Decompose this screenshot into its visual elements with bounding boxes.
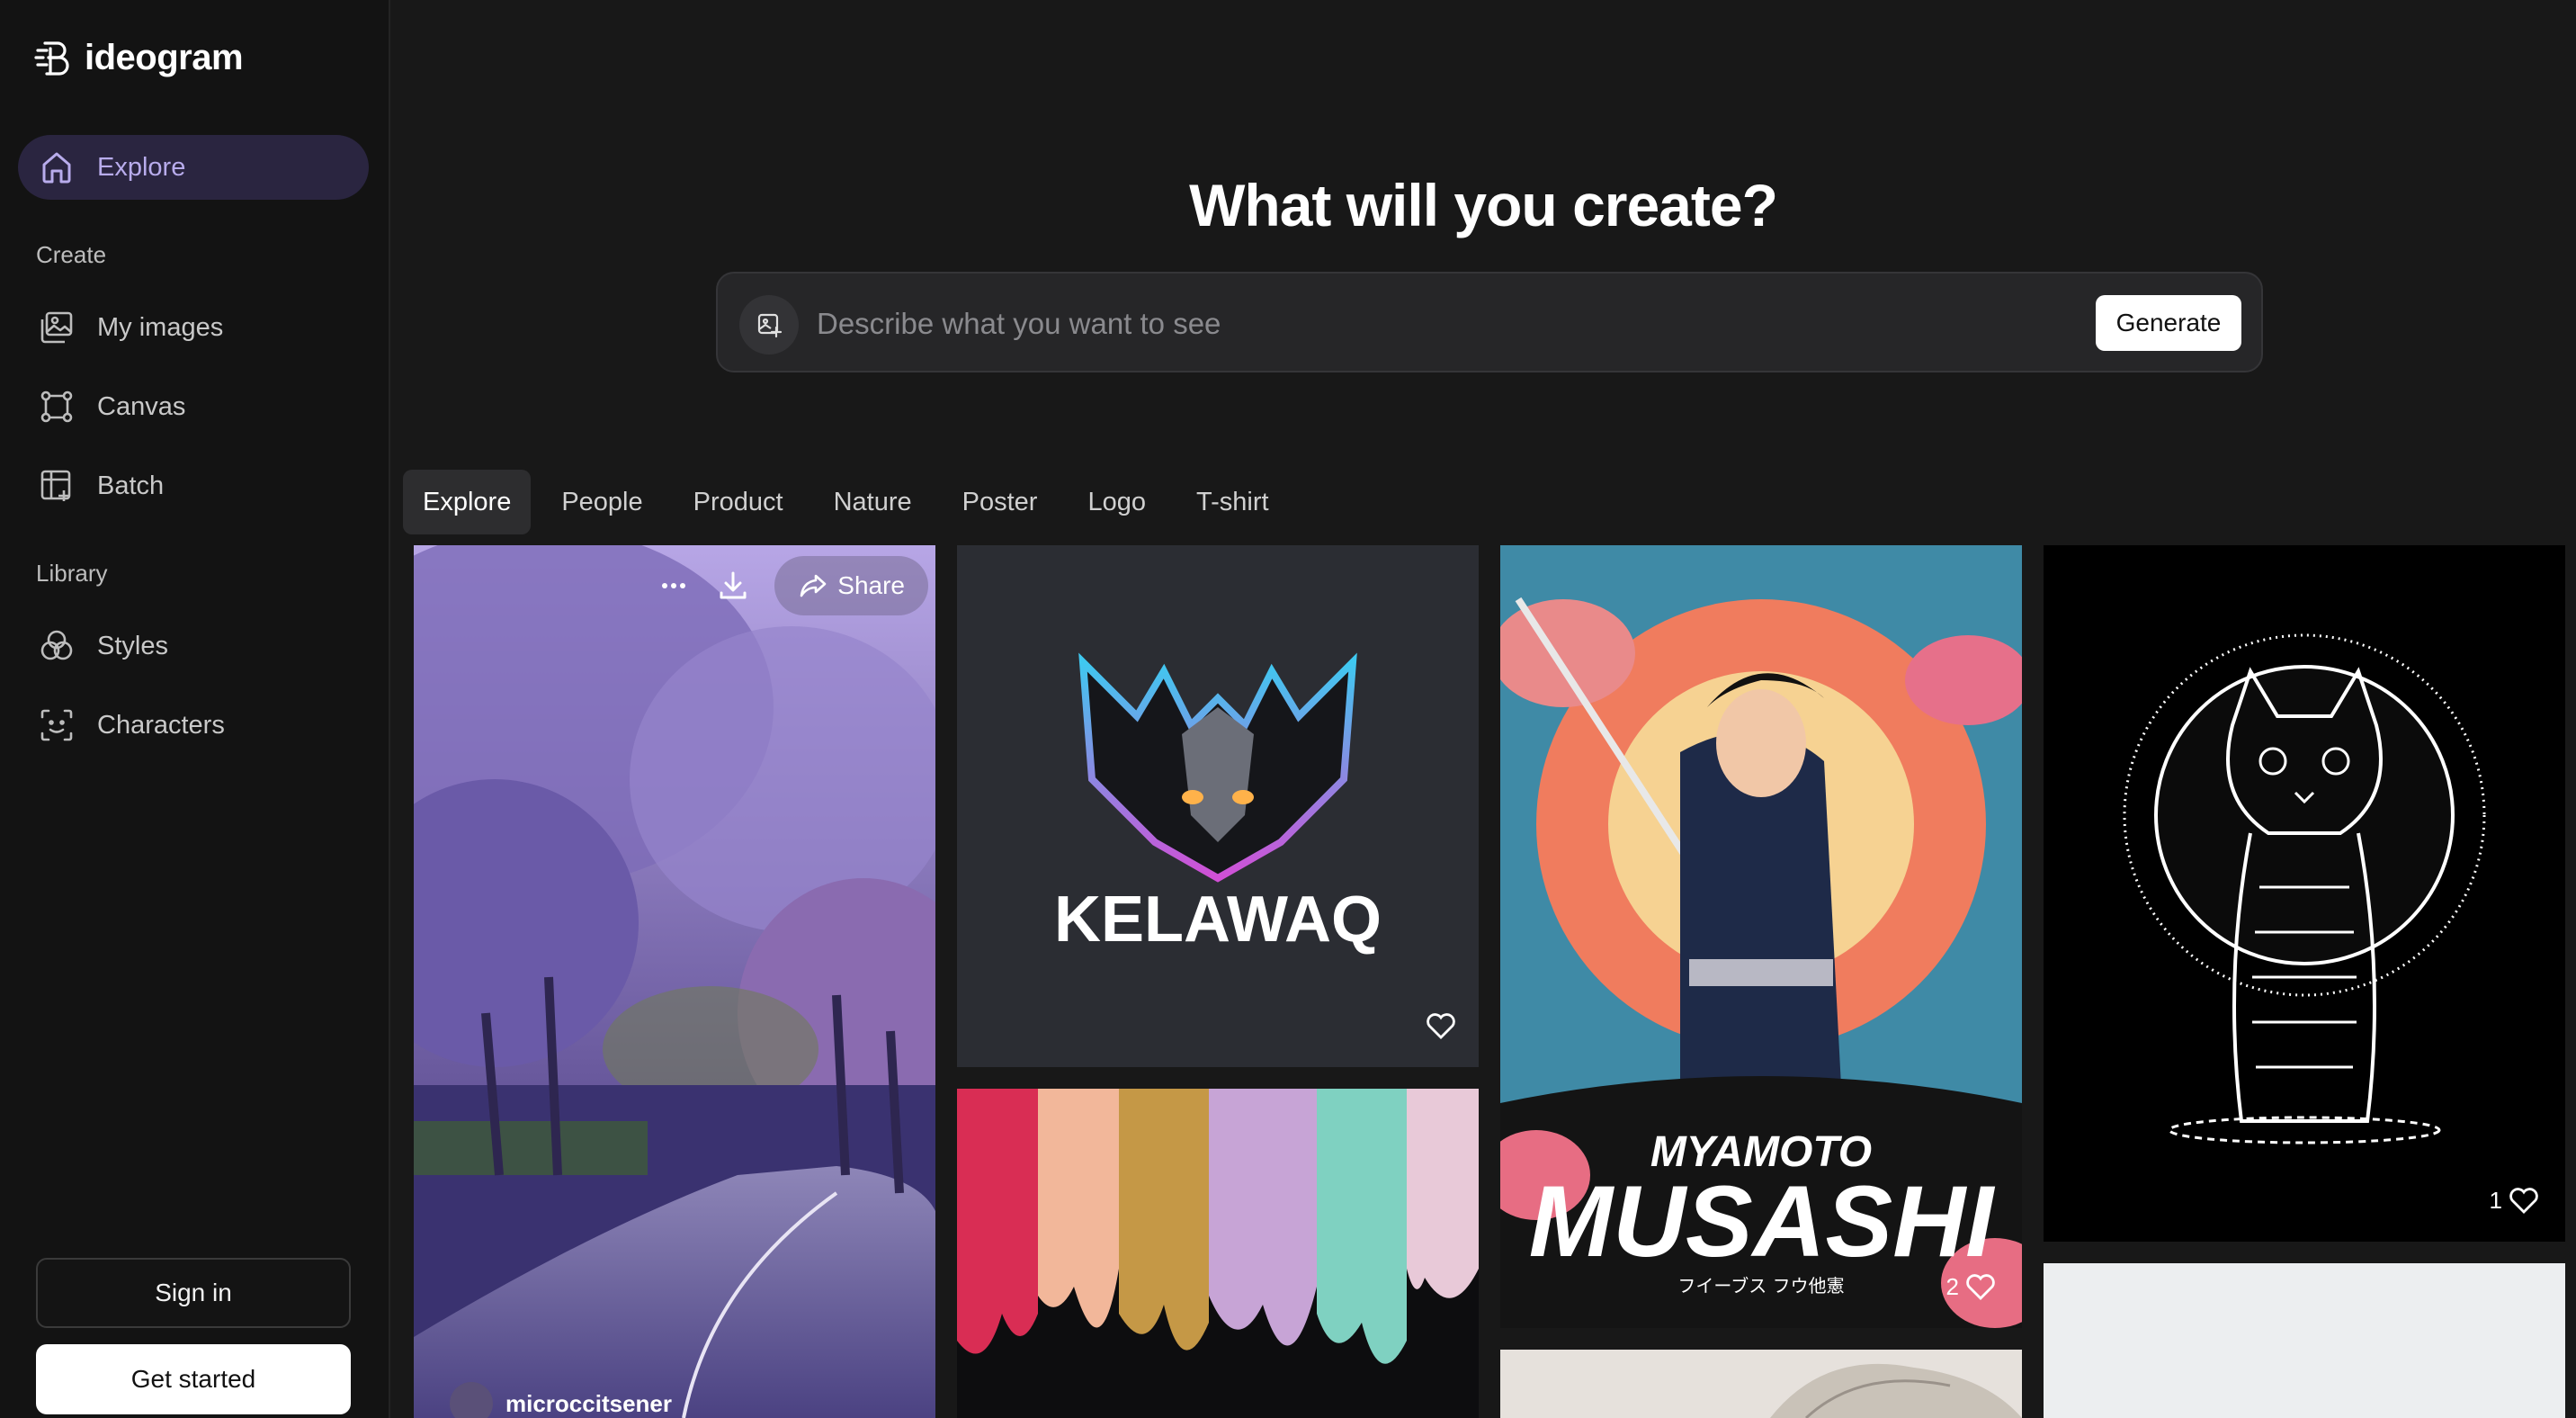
styles-icon: [40, 630, 73, 660]
prompt-input[interactable]: [817, 295, 1896, 353]
heart-icon: [1427, 1013, 1455, 1039]
sidebar-item-styles[interactable]: Styles: [18, 614, 369, 678]
app-root: ideogram Explore Create My images Canvas…: [0, 0, 2576, 1418]
sidebar-item-label: Characters: [97, 710, 225, 740]
home-icon: [42, 152, 71, 184]
page-title: What will you create?: [1189, 172, 1778, 238]
author-name: microccitsener: [505, 1389, 672, 1417]
share-label: Share: [837, 571, 905, 599]
heart-icon: [1966, 1274, 1995, 1300]
poster-subtitle: フイーブス フウ他憲: [1677, 1275, 1844, 1297]
cherry-road-image: [414, 545, 935, 1418]
sidebar: ideogram Explore Create My images Canvas…: [0, 0, 390, 1418]
like-button[interactable]: 1: [2490, 1184, 2540, 1216]
gallery-card-musashi[interactable]: MYAMOTO MUSASHI フイーブス フウ他憲 2: [1500, 545, 2022, 1328]
more-options-icon[interactable]: [656, 568, 692, 604]
paint-drips-image: [957, 1089, 1479, 1418]
generate-button[interactable]: Generate: [2096, 295, 2241, 351]
gallery-card-light[interactable]: [2044, 1263, 2565, 1418]
sidebar-item-canvas[interactable]: Canvas: [18, 374, 369, 439]
tab-poster[interactable]: Poster: [943, 470, 1058, 534]
tab-nature[interactable]: Nature: [814, 470, 932, 534]
brand-logo[interactable]: ideogram: [32, 36, 244, 79]
sidebar-item-label: Explore: [97, 152, 186, 182]
cat-illustration-image: [2044, 545, 2565, 1242]
card-actions: Share: [656, 556, 928, 615]
hair-image: [1500, 1350, 2022, 1418]
card-author[interactable]: microccitsener: [450, 1382, 672, 1418]
tab-explore[interactable]: Explore: [403, 470, 532, 534]
gallery-card-cat[interactable]: 1: [2044, 545, 2565, 1242]
sidebar-item-label: Canvas: [97, 391, 186, 421]
like-count: 1: [2489, 1186, 2502, 1214]
sidebar-item-my-images[interactable]: My images: [18, 295, 369, 360]
sign-in-button[interactable]: Sign in: [36, 1258, 351, 1328]
sidebar-item-label: Batch: [97, 471, 165, 500]
musashi-poster-image: MYAMOTO MUSASHI フイーブス フウ他憲: [1500, 545, 2022, 1328]
image-upload-button[interactable]: [739, 295, 799, 354]
gallery-card-hair[interactable]: [1500, 1350, 2022, 1418]
like-button[interactable]: 2: [1946, 1270, 1997, 1303]
sidebar-item-batch[interactable]: Batch: [18, 453, 369, 518]
like-count: 2: [1945, 1272, 1959, 1300]
brand-name: ideogram: [85, 37, 244, 77]
image-plus-icon: [757, 313, 783, 338]
tab-people[interactable]: People: [541, 470, 662, 534]
gallery-card-kelawaq[interactable]: KELAWAQ: [957, 545, 1479, 1067]
share-icon: [800, 574, 827, 597]
category-tabs: Explore People Product Nature Poster Log…: [403, 470, 1300, 534]
sidebar-item-characters[interactable]: Characters: [18, 693, 369, 758]
sidebar-item-label: My images: [97, 312, 224, 342]
kelawaq-logo-image: KELAWAQ: [957, 545, 1479, 1067]
avatar: [450, 1382, 493, 1418]
prompt-bar: Generate: [716, 272, 2263, 372]
tab-product[interactable]: Product: [674, 470, 803, 534]
section-label-library: Library: [36, 560, 108, 587]
get-started-button[interactable]: Get started: [36, 1344, 351, 1414]
canvas-icon: [40, 390, 73, 423]
gallery-card-paint-drips[interactable]: [957, 1089, 1479, 1418]
heart-icon: [2509, 1188, 2538, 1214]
poster-title-main: MUSASHI: [1529, 1165, 1996, 1278]
like-button[interactable]: [1425, 1010, 1457, 1042]
sidebar-item-explore[interactable]: Explore: [18, 135, 369, 200]
batch-icon: [40, 470, 71, 501]
section-label-create: Create: [36, 241, 107, 268]
images-icon: [40, 311, 73, 344]
kelawaq-text: KELAWAQ: [1054, 884, 1382, 956]
tab-logo[interactable]: Logo: [1068, 470, 1166, 534]
characters-icon: [40, 709, 73, 741]
download-icon[interactable]: [715, 568, 751, 604]
gallery-card-cherry-road[interactable]: Share microccitsener: [414, 545, 935, 1418]
sidebar-item-label: Styles: [97, 631, 168, 660]
tab-tshirt[interactable]: T-shirt: [1176, 470, 1289, 534]
share-button[interactable]: Share: [774, 556, 928, 615]
ideogram-logo-icon: [34, 41, 69, 76]
